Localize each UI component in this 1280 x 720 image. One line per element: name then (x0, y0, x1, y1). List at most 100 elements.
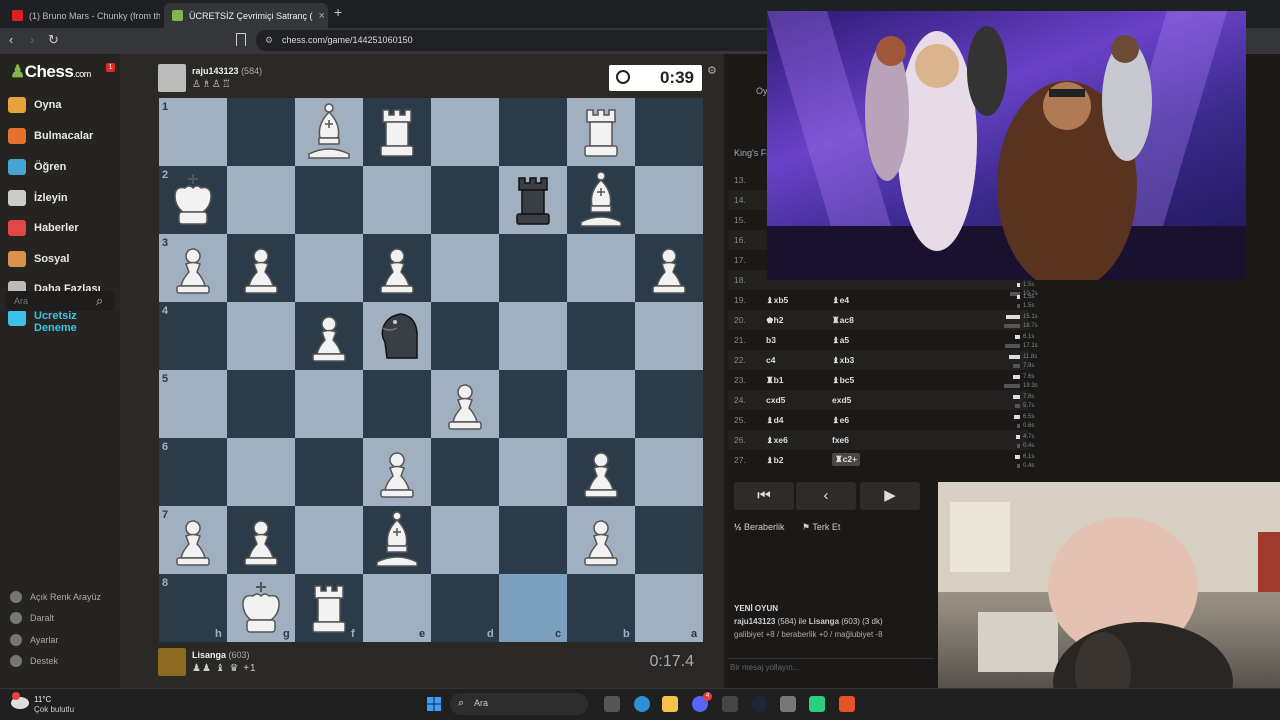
square-g5[interactable] (227, 370, 295, 438)
black-move[interactable]: ♜c2+ (832, 453, 861, 466)
taskbar-search[interactable]: Ara (450, 693, 588, 715)
white-move[interactable]: ♜b1 (766, 375, 784, 386)
square-a2[interactable] (635, 166, 703, 234)
white-pawn-e3[interactable] (363, 234, 431, 302)
forward-icon[interactable]: › (30, 32, 34, 47)
square-h6[interactable] (159, 438, 227, 506)
task-view-icon[interactable] (604, 696, 620, 712)
square-a7[interactable] (635, 506, 703, 574)
browser-tab-youtube[interactable]: (1) Bruno Mars - Chunky (from th × (4, 3, 160, 28)
square-a5[interactable] (635, 370, 703, 438)
square-c3[interactable] (499, 234, 567, 302)
square-d4[interactable] (431, 302, 499, 370)
address-bar[interactable]: ⚙ chess.com/game/144251060150 (256, 30, 776, 51)
bookmark-icon[interactable] (236, 33, 246, 46)
white-move[interactable]: cxd5 (766, 395, 785, 405)
white-pawn-f4[interactable] (295, 302, 363, 370)
resign-button[interactable]: ⚑ Terk Et (802, 522, 840, 533)
black-move[interactable]: ♝e4 (832, 295, 849, 306)
white-move[interactable]: ♝xb5 (766, 295, 788, 306)
black-move[interactable]: fxe6 (832, 435, 849, 445)
black-rook-c2[interactable] (499, 166, 567, 234)
white-pawn-g3[interactable] (227, 234, 295, 302)
square-c1[interactable] (499, 98, 567, 166)
sidebar-item-watch[interactable]: İzleyin (8, 187, 68, 209)
square-f3[interactable] (295, 234, 363, 302)
square-d1[interactable] (431, 98, 499, 166)
next-move-button[interactable]: ▶ (860, 482, 920, 510)
white-pawn-h7[interactable] (159, 506, 227, 574)
black-move[interactable]: ♝xb3 (832, 355, 854, 366)
chess-board[interactable]: 12345678hgfedcba (159, 98, 703, 642)
square-f6[interactable] (295, 438, 363, 506)
search-icon[interactable]: ⌕ (96, 293, 103, 309)
steam-icon[interactable] (751, 696, 767, 712)
draw-button[interactable]: ½ Beraberlik (734, 522, 785, 532)
app-icon[interactable] (780, 696, 796, 712)
collapse-button[interactable]: Daralt (10, 612, 54, 624)
square-f7[interactable] (295, 506, 363, 574)
black-move[interactable]: ♜ac8 (832, 315, 854, 326)
square-h4[interactable] (159, 302, 227, 370)
white-rook-f8[interactable] (295, 574, 363, 642)
black-move[interactable]: ♝a5 (832, 335, 849, 346)
square-d2[interactable] (431, 166, 499, 234)
first-move-button[interactable]: ⏮ (734, 482, 794, 510)
browser-tab-chess[interactable]: ÜCRETSİZ Çevrimiçi Satranç ( × (164, 3, 328, 28)
close-tab-icon[interactable]: × (313, 10, 325, 22)
square-g2[interactable] (227, 166, 295, 234)
square-g4[interactable] (227, 302, 295, 370)
brave-icon[interactable] (839, 696, 855, 712)
square-f5[interactable] (295, 370, 363, 438)
support-button[interactable]: Destek (10, 655, 58, 667)
square-b4[interactable] (567, 302, 635, 370)
sidebar-item-social[interactable]: Sosyal (8, 248, 69, 270)
square-h5[interactable] (159, 370, 227, 438)
white-pawn-g7[interactable] (227, 506, 295, 574)
player-name[interactable]: Lisanga (603) (192, 650, 250, 660)
square-d3[interactable] (431, 234, 499, 302)
weather-widget[interactable] (10, 692, 30, 715)
avatar[interactable] (158, 64, 186, 92)
black-knight-e4[interactable] (363, 302, 431, 370)
previous-move-button[interactable]: ‹ (796, 482, 856, 510)
square-b5[interactable] (567, 370, 635, 438)
white-move[interactable]: b3 (766, 335, 776, 345)
white-bishop-b2[interactable] (567, 166, 635, 234)
board-settings-icon[interactable]: ⚙ (707, 64, 717, 77)
chess-logo[interactable]: ♟Chess.com (10, 62, 91, 82)
back-icon[interactable]: ‹ (9, 32, 13, 47)
sidebar-item-free-trial[interactable]: Ücretsiz Deneme (8, 310, 94, 336)
avatar[interactable] (158, 648, 186, 676)
square-c6[interactable] (499, 438, 567, 506)
light-theme-toggle[interactable]: Açık Renk Arayüz (10, 591, 101, 603)
square-c5[interactable] (499, 370, 567, 438)
square-d6[interactable] (431, 438, 499, 506)
white-king-g8[interactable] (227, 574, 295, 642)
white-pawn-d5[interactable] (431, 370, 499, 438)
sidebar-item-puzzles[interactable]: Bulmacalar (8, 125, 93, 147)
edge-icon[interactable] (634, 696, 650, 712)
square-e2[interactable] (363, 166, 431, 234)
white-move[interactable]: ♝d4 (766, 415, 784, 426)
white-rook-e1[interactable] (363, 98, 431, 166)
black-move[interactable]: ♝bc5 (832, 375, 854, 386)
white-move[interactable]: ♝b2 (766, 455, 784, 466)
app-icon[interactable] (722, 696, 738, 712)
white-bishop-e7[interactable] (363, 506, 431, 574)
square-g1[interactable] (227, 98, 295, 166)
black-move[interactable]: exd5 (832, 395, 851, 405)
site-info-icon[interactable]: ⚙ (265, 35, 273, 46)
white-move[interactable]: ♝xe6 (766, 435, 788, 446)
white-move[interactable]: c4 (766, 355, 775, 365)
player-name[interactable]: raju143123 (584) (192, 66, 262, 76)
square-h1[interactable] (159, 98, 227, 166)
white-pawn-b6[interactable] (567, 438, 635, 506)
sidebar-item-learn[interactable]: Öğren (8, 156, 66, 178)
square-a6[interactable] (635, 438, 703, 506)
white-king-h2[interactable] (159, 166, 227, 234)
reload-icon[interactable]: ↻ (48, 32, 59, 48)
chat-input[interactable]: Bir mesaj yollayın... (728, 658, 934, 674)
square-c7[interactable] (499, 506, 567, 574)
square-f2[interactable] (295, 166, 363, 234)
